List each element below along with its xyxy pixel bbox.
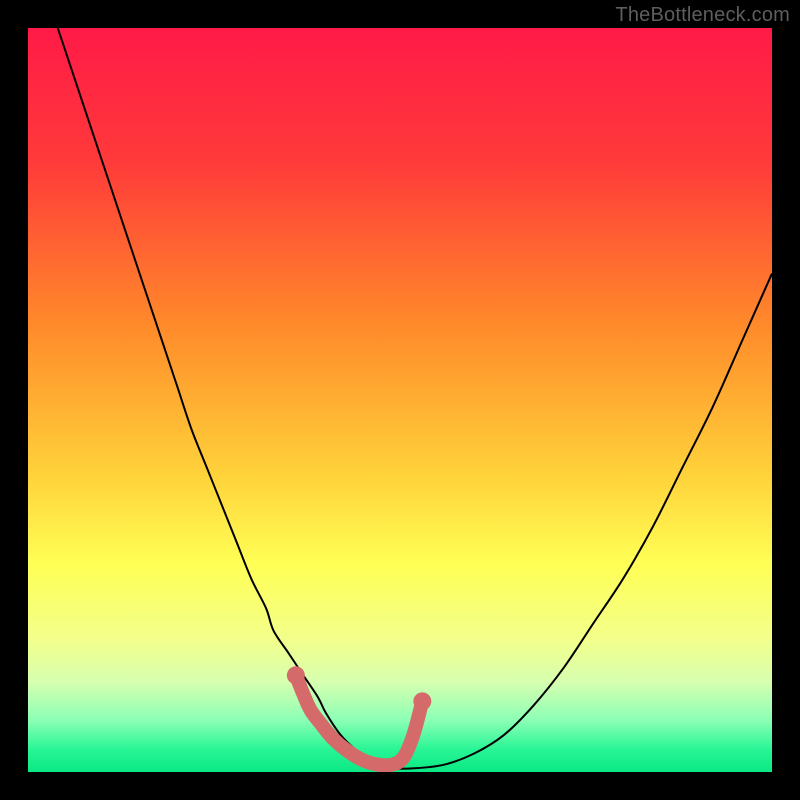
marker-dot — [413, 692, 431, 710]
marker-dot — [287, 666, 305, 684]
gradient-background — [28, 28, 772, 772]
chart-frame: TheBottleneck.com — [0, 0, 800, 800]
watermark-text: TheBottleneck.com — [615, 4, 790, 27]
chart-svg — [28, 28, 772, 772]
plot-area — [28, 28, 772, 772]
